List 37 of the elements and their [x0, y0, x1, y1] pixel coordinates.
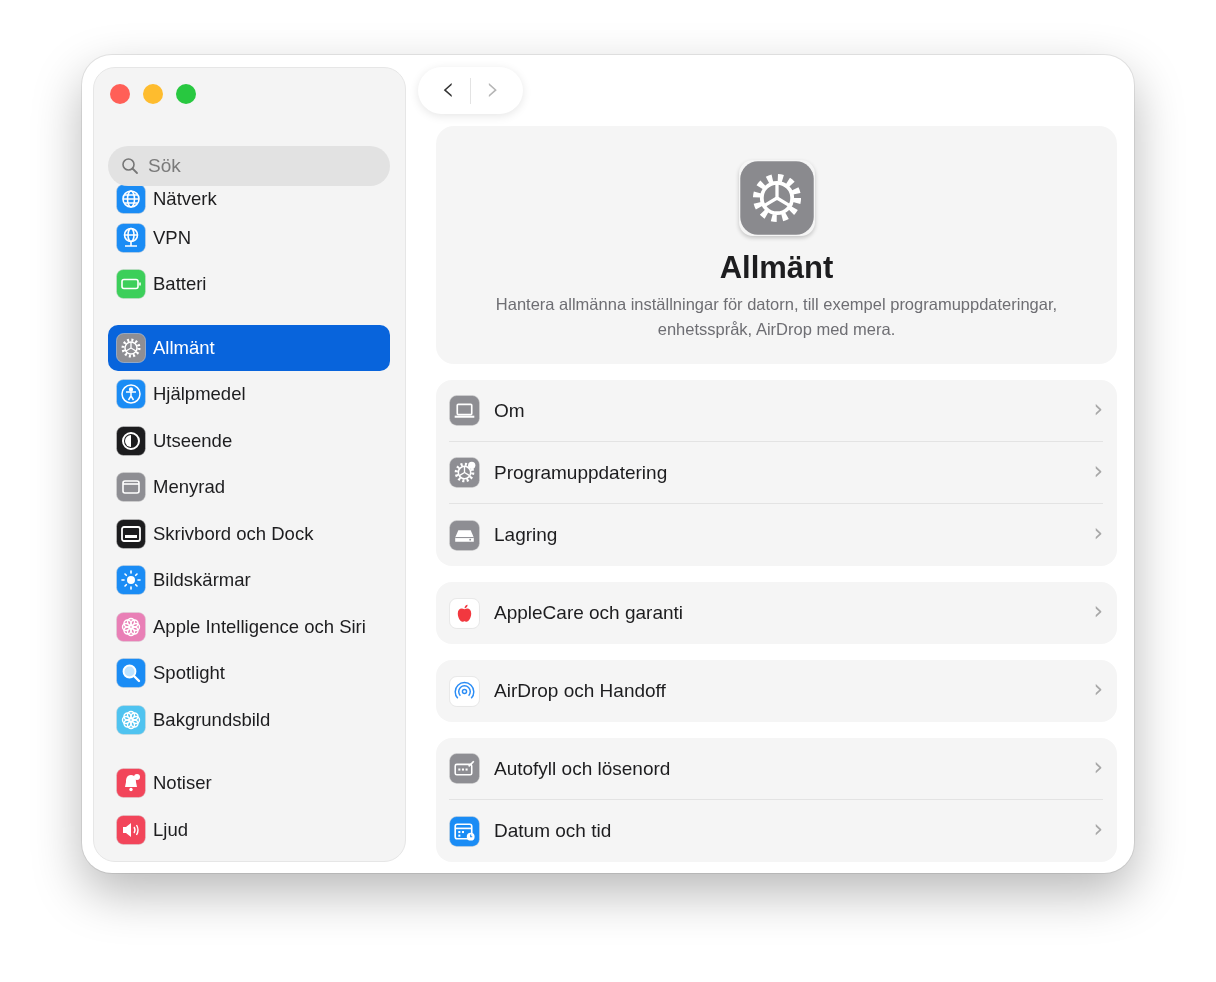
sidebar-item[interactable]: Ljud [108, 807, 390, 853]
minimize-button[interactable] [143, 84, 163, 104]
settings-row[interactable]: Lagring › [449, 504, 1103, 566]
page-description: Hantera allmänna inställningar för datorn, till exempel programuppdateringar, enhetsspråk, AirDrop med mera. [494, 294, 1059, 340]
settings-row[interactable]: AirDrop och Handoff › [449, 660, 1103, 722]
sidebar-item[interactable]: VPN [108, 215, 390, 261]
chevron-icon: › [1093, 675, 1103, 707]
settings-row[interactable]: Om › [449, 380, 1103, 442]
chevron-icon: › [1093, 597, 1103, 629]
sidebar-item[interactable]: Notiser [108, 760, 390, 806]
sidebar-item[interactable]: Spotlight [108, 650, 390, 696]
settings-row[interactable]: Autofyll och lösenord › [449, 738, 1103, 800]
search-field[interactable]: Sök [108, 146, 390, 186]
sidebar-item[interactable]: Utseende [108, 418, 390, 464]
sidebar-item[interactable]: Apple Intelligence och Siri [108, 604, 390, 650]
settings-row[interactable]: AppleCare och garanti › [449, 582, 1103, 644]
sidebar-item[interactable]: Allmänt [108, 325, 390, 371]
chevron-icon: › [1093, 752, 1103, 785]
gear-icon [738, 160, 815, 236]
sidebar-item[interactable]: Nätverk [108, 184, 390, 214]
sidebar-item[interactable]: Bildskärmar [108, 557, 390, 603]
back-button[interactable]: ‹ [426, 70, 470, 111]
chevron-icon: › [1093, 815, 1103, 847]
chevron-icon: › [1093, 456, 1103, 489]
close-button[interactable] [110, 84, 130, 104]
settings-row[interactable]: Datum och tid › [449, 800, 1103, 862]
sidebar-item[interactable]: Hjälpmedel [108, 371, 390, 417]
search-icon [121, 157, 139, 175]
page-title: Allmänt [719, 250, 834, 286]
chevron-icon: › [1093, 394, 1103, 427]
sidebar-item[interactable]: Skrivbord och Dock [108, 511, 390, 557]
sidebar-item[interactable]: Menyrad [108, 464, 390, 510]
sidebar-item[interactable]: Batteri [108, 261, 390, 307]
sidebar-item[interactable]: Bakgrundsbild [108, 697, 390, 743]
zoom-button[interactable] [176, 84, 196, 104]
settings-row[interactable]: Programuppdatering › [449, 442, 1103, 504]
chevron-icon: › [1093, 519, 1103, 551]
